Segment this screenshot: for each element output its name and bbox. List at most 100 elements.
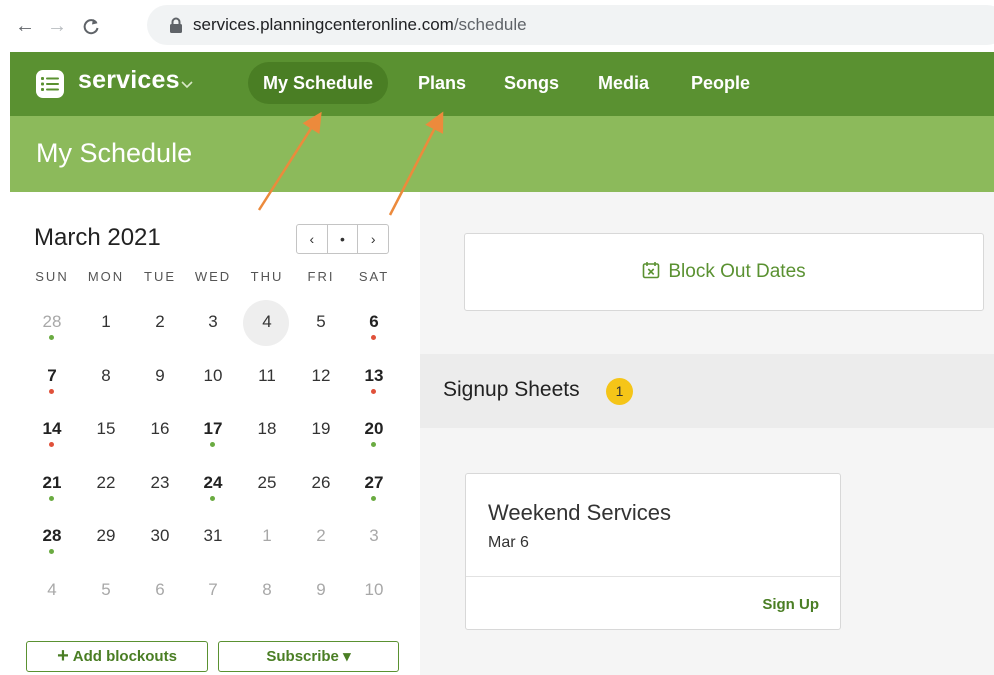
calendar-day[interactable]: 2	[133, 300, 187, 350]
calendar-day[interactable]: 20	[347, 407, 401, 457]
nav-media[interactable]: Media	[583, 62, 664, 104]
block-out-dates-button[interactable]: Block Out Dates	[464, 233, 984, 311]
nav-songs[interactable]: Songs	[489, 62, 574, 104]
day-number: 6	[369, 312, 379, 331]
calendar-day[interactable]: 14	[25, 407, 79, 457]
calendar-day[interactable]: 9	[133, 354, 187, 404]
add-blockouts-button[interactable]: + Add blockouts	[26, 641, 208, 672]
subscribe-button[interactable]: Subscribe ▾	[218, 641, 399, 672]
calendar-day[interactable]: 8	[79, 354, 133, 404]
calendar-day[interactable]: 23	[133, 461, 187, 511]
calendar-day[interactable]: 30	[133, 514, 187, 564]
browser-toolbar: ← → services.planningcenteronline.com/sc…	[0, 0, 994, 52]
back-icon[interactable]: ←	[12, 13, 38, 39]
signup-count-badge: 1	[606, 378, 633, 405]
prev-month-button[interactable]: ‹	[297, 225, 327, 253]
calendar-day[interactable]: 10	[347, 568, 401, 618]
chevron-down-icon[interactable]	[180, 77, 194, 91]
next-month-button[interactable]: ›	[357, 225, 388, 253]
day-number: 30	[150, 526, 170, 545]
calendar-day[interactable]: 11	[240, 354, 294, 404]
sign-up-button[interactable]: Sign Up	[762, 596, 819, 613]
day-number: 23	[150, 473, 170, 492]
app-switcher-label[interactable]: services	[78, 66, 180, 95]
calendar-day[interactable]: 6	[133, 568, 187, 618]
day-number: 7	[47, 366, 57, 385]
day-number: 5	[316, 312, 326, 331]
weekday-label: WED	[194, 269, 232, 284]
signup-sheets-header: Signup Sheets 1	[420, 354, 994, 428]
calendar-day[interactable]: 28	[25, 300, 79, 350]
calendar-day[interactable]: 17	[186, 407, 240, 457]
calendar-day[interactable]: 13	[347, 354, 401, 404]
top-navigation: services My Schedule Plans Songs Media P…	[10, 52, 994, 116]
block-out-dates-label: Block Out Dates	[668, 261, 806, 282]
day-number: 8	[262, 580, 272, 599]
day-number: 20	[364, 419, 384, 438]
day-number: 31	[203, 526, 223, 545]
forward-icon[interactable]: →	[44, 13, 70, 39]
nav-people[interactable]: People	[676, 62, 765, 104]
card-divider	[466, 576, 840, 577]
url-path: /schedule	[453, 15, 527, 34]
calendar-day[interactable]: 7	[186, 568, 240, 618]
day-number: 13	[364, 366, 384, 385]
weekday-label: SAT	[358, 269, 390, 284]
day-number: 25	[257, 473, 277, 492]
day-number: 1	[101, 312, 111, 331]
calendar-day[interactable]: 31	[186, 514, 240, 564]
services-logo-icon[interactable]	[36, 70, 64, 98]
reload-icon[interactable]	[78, 13, 104, 39]
day-number: 22	[96, 473, 116, 492]
day-number: 9	[316, 580, 326, 599]
day-number: 16	[150, 419, 170, 438]
calendar-day[interactable]: 8	[240, 568, 294, 618]
calendar-day[interactable]: 5	[79, 568, 133, 618]
calendar-day[interactable]: 4	[25, 568, 79, 618]
day-number: 21	[42, 473, 62, 492]
calendar-day[interactable]: 26	[294, 461, 348, 511]
weekday-label: MON	[87, 269, 125, 284]
calendar-day[interactable]: 3	[347, 514, 401, 564]
calendar-day[interactable]: 24	[186, 461, 240, 511]
blockout-dot	[49, 389, 54, 394]
calendar-day[interactable]: 1	[79, 300, 133, 350]
calendar-day-today[interactable]: 4	[240, 300, 294, 350]
calendar-day[interactable]: 29	[79, 514, 133, 564]
scheduled-dot	[371, 442, 376, 447]
calendar-day[interactable]: 3	[186, 300, 240, 350]
day-number: 6	[155, 580, 165, 599]
day-number: 18	[257, 419, 277, 438]
nav-my-schedule[interactable]: My Schedule	[248, 62, 389, 104]
calendar-day[interactable]: 15	[79, 407, 133, 457]
calendar-day[interactable]: 28	[25, 514, 79, 564]
calendar-day[interactable]: 27	[347, 461, 401, 511]
calendar-day[interactable]: 2	[294, 514, 348, 564]
nav-plans[interactable]: Plans	[403, 62, 481, 104]
calendar-day[interactable]: 9	[294, 568, 348, 618]
calendar-day[interactable]: 6	[347, 300, 401, 350]
day-number: 7	[208, 580, 218, 599]
day-number: 19	[311, 419, 331, 438]
weekday-label: FRI	[307, 269, 335, 284]
calendar-day[interactable]: 7	[25, 354, 79, 404]
today-button[interactable]: •	[326, 225, 358, 253]
calendar-day[interactable]: 1	[240, 514, 294, 564]
calendar-day[interactable]: 19	[294, 407, 348, 457]
calendar-day[interactable]: 21	[25, 461, 79, 511]
day-number: 12	[311, 366, 331, 385]
calendar-day[interactable]: 16	[133, 407, 187, 457]
day-number: 15	[96, 419, 116, 438]
day-number: 28	[42, 312, 62, 331]
calendar-day[interactable]: 22	[79, 461, 133, 511]
calendar-day[interactable]: 12	[294, 354, 348, 404]
calendar-day[interactable]: 5	[294, 300, 348, 350]
blockout-dot	[371, 389, 376, 394]
address-bar[interactable]: services.planningcenteronline.com/schedu…	[147, 5, 994, 45]
calendar-day[interactable]: 18	[240, 407, 294, 457]
event-title: Weekend Services	[488, 500, 672, 525]
calendar-day[interactable]: 25	[240, 461, 294, 511]
scheduled-dot	[210, 496, 215, 501]
day-number: 10	[203, 366, 223, 385]
calendar-day[interactable]: 10	[186, 354, 240, 404]
